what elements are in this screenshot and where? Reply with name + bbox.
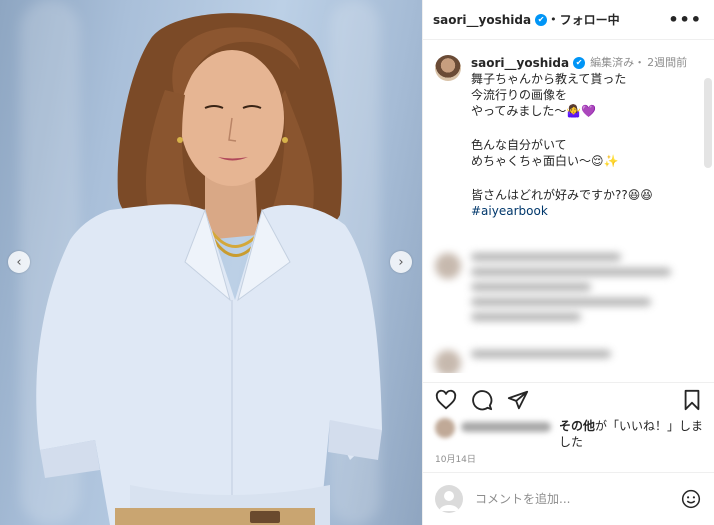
- action-bar: [423, 382, 714, 414]
- comment-icon[interactable]: [471, 389, 493, 411]
- more-options-button[interactable]: •••: [668, 10, 702, 29]
- comment-input[interactable]: [475, 492, 665, 506]
- caption-line: [471, 119, 687, 137]
- caption-line: 今流行りの画像を: [471, 88, 568, 102]
- avatar: [435, 253, 461, 279]
- chevron-left-icon: ‹: [16, 254, 22, 270]
- edited-label: 編集済み・: [590, 56, 646, 69]
- bookmark-icon[interactable]: [681, 389, 703, 411]
- post-date[interactable]: 10月14日: [435, 452, 476, 465]
- post-image: ‹ ›: [0, 0, 422, 525]
- caption-line: やってみました〜🤷‍♀️💜: [471, 104, 597, 118]
- post-time[interactable]: 2週間前: [647, 55, 687, 71]
- caption-username[interactable]: saori__yoshida: [471, 55, 569, 71]
- others-link[interactable]: その他: [559, 419, 595, 433]
- verified-badge-icon: ✔: [573, 57, 586, 69]
- blurred-username: [461, 422, 551, 432]
- caption-line: 色んな自分がいて: [471, 138, 567, 152]
- avatar: [435, 485, 463, 513]
- likes-text: その他が「いいね！」しました: [559, 418, 713, 450]
- paper-plane-icon[interactable]: [507, 389, 529, 411]
- caption: saori__yoshida ✔ 編集済み・ 2週間前 舞子ちゃんから教えて貰っ…: [423, 41, 714, 219]
- blurred-comment: [423, 350, 714, 373]
- caption-line: 舞子ちゃんから教えて貰った: [471, 72, 627, 86]
- post-header: saori__yoshida ✔ • フォロー中 •••: [423, 0, 714, 40]
- user-placeholder-icon: [439, 491, 459, 511]
- hashtag-link[interactable]: #aiyearbook: [471, 203, 687, 219]
- caption-body: saori__yoshida ✔ 編集済み・ 2週間前 舞子ちゃんから教えて貰っ…: [471, 55, 687, 219]
- add-comment-row: [423, 472, 714, 525]
- avatar: [435, 418, 455, 438]
- heart-icon[interactable]: [435, 389, 457, 411]
- avatar[interactable]: [435, 55, 461, 81]
- next-image-button[interactable]: ›: [390, 251, 412, 273]
- previous-image-button[interactable]: ‹: [8, 251, 30, 273]
- blurred-comment: [423, 253, 714, 328]
- avatar: [435, 350, 461, 373]
- header-username[interactable]: saori__yoshida: [433, 13, 531, 27]
- portrait-illustration: [36, 13, 382, 525]
- verified-badge-icon: ✔: [535, 13, 548, 26]
- comments-section: saori__yoshida ✔ 編集済み・ 2週間前 舞子ちゃんから教えて貰っ…: [423, 41, 714, 373]
- caption-header: saori__yoshida ✔ 編集済み・ 2週間前: [471, 55, 687, 71]
- separator-dot: •: [550, 13, 557, 26]
- chevron-right-icon: ›: [398, 254, 404, 270]
- caption-line: [471, 169, 687, 187]
- smiley-icon[interactable]: [681, 489, 701, 509]
- caption-line: 皆さんはどれが好みですか??😆😆: [471, 188, 653, 202]
- caption-line: めちゃくちゃ面白い〜😌✨: [471, 154, 619, 168]
- scrollbar[interactable]: [704, 78, 712, 168]
- likes-summary: その他が「いいね！」しました: [435, 418, 713, 450]
- post-sidebar: saori__yoshida ✔ • フォロー中 ••• saori__yosh…: [422, 0, 714, 525]
- following-button[interactable]: フォロー中: [560, 11, 620, 28]
- caption-text: 舞子ちゃんから教えて貰った 今流行りの画像を やってみました〜🤷‍♀️💜 色んな…: [471, 71, 687, 219]
